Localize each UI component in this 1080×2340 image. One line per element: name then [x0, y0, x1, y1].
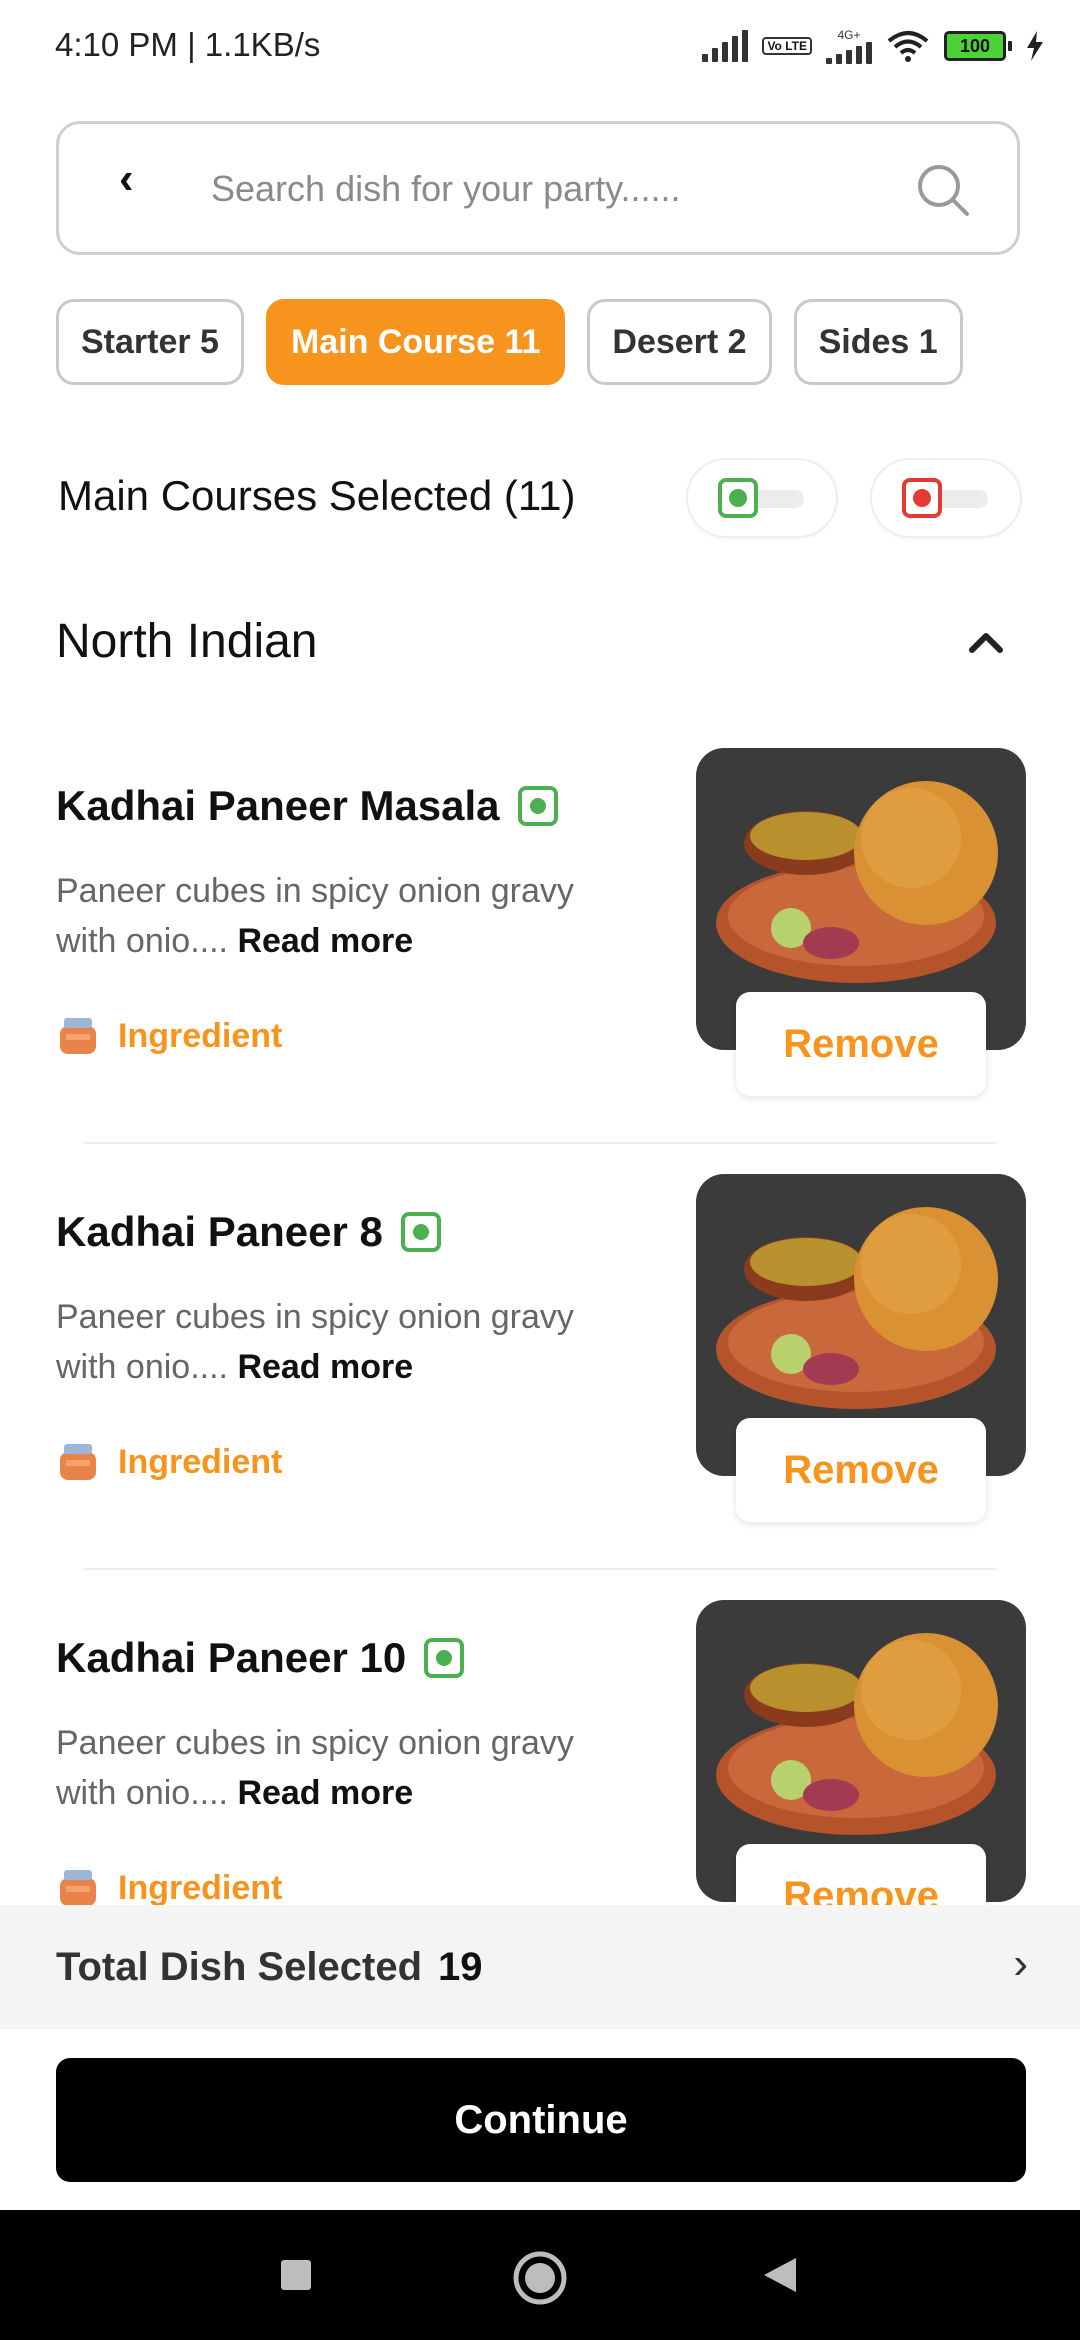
wifi-icon: [887, 31, 929, 62]
ingredient-label: Ingredient: [118, 1868, 283, 1906]
ingredient-jar-icon: [60, 1018, 96, 1054]
battery-level: 100: [944, 31, 1006, 61]
status-icons: Vo LTE 4G+ 100: [702, 28, 1044, 64]
dish-item: Kadhai Paneer 8 Paneer cubes in spicy on…: [0, 1146, 1080, 1572]
battery-icon: 100: [944, 31, 1012, 61]
ingredient-label: Ingredient: [118, 1016, 283, 1055]
section-title: North Indian: [56, 615, 318, 668]
selected-row: Main Courses Selected (11): [56, 460, 1020, 536]
total-dish-count: 19: [438, 1945, 483, 1989]
home-icon[interactable]: [512, 2250, 568, 2306]
category-tabs: Starter 5 Main Course 11 Desert 2 Sides …: [56, 299, 963, 385]
ingredient-link[interactable]: Ingredient: [56, 1442, 282, 1482]
nonveg-filter-toggle[interactable]: [872, 460, 1020, 536]
ingredient-link[interactable]: Ingredient: [56, 1868, 282, 1905]
veg-indicator-icon: [424, 1638, 465, 1678]
remove-button[interactable]: Remove: [736, 1844, 986, 1905]
system-nav-bar: [0, 2210, 1080, 2340]
search-icon[interactable]: [915, 162, 971, 218]
ingredient-label: Ingredient: [118, 1442, 283, 1481]
chevron-right-icon[interactable]: ›: [1013, 1939, 1028, 1989]
divider: [84, 1142, 996, 1144]
charging-icon: [1027, 31, 1043, 61]
dish-name-row: Kadhai Paneer Masala: [56, 782, 558, 830]
tab-main-course[interactable]: Main Course 11: [265, 299, 566, 385]
status-time: 4:10 PM | 1.1KB/s: [55, 26, 321, 63]
chevron-up-icon[interactable]: [966, 624, 1006, 660]
dish-name: Kadhai Paneer Masala: [56, 782, 500, 829]
dish-name: Kadhai Paneer 10: [56, 1634, 407, 1681]
recents-icon[interactable]: [279, 2258, 313, 2292]
signal-icon: [702, 30, 749, 62]
ingredient-link[interactable]: Ingredient: [56, 1016, 282, 1056]
veg-filter-toggle[interactable]: [688, 460, 836, 536]
tab-desert[interactable]: Desert 2: [587, 299, 772, 385]
status-bar: 4:10 PM | 1.1KB/s Vo LTE 4G+ 100: [0, 0, 1080, 96]
tab-sides[interactable]: Sides 1: [793, 299, 963, 385]
remove-button[interactable]: Remove: [736, 1418, 986, 1522]
nonveg-icon: [902, 478, 942, 518]
search-input[interactable]: [209, 156, 913, 222]
read-more-link[interactable]: Read more: [237, 1774, 413, 1812]
dish-description: Paneer cubes in spicy onion gravy with o…: [56, 1292, 616, 1392]
veg-indicator-icon: [517, 786, 558, 826]
back-nav-icon[interactable]: [762, 2256, 798, 2294]
search-bar: ‹: [56, 121, 1020, 255]
total-dish-bar[interactable]: Total Dish Selected 19 ›: [0, 1905, 1080, 2029]
dish-name: Kadhai Paneer 8: [56, 1208, 383, 1255]
dish-name-row: Kadhai Paneer 10: [56, 1634, 465, 1682]
dish-description: Paneer cubes in spicy onion gravy with o…: [56, 1718, 616, 1818]
dish-description: Paneer cubes in spicy onion gravy with o…: [56, 866, 616, 966]
read-more-link[interactable]: Read more: [237, 922, 413, 960]
dish-list: Kadhai Paneer Masala Paneer cubes in spi…: [0, 720, 1080, 1905]
veg-indicator-icon: [400, 1212, 441, 1252]
ingredient-jar-icon: [60, 1444, 96, 1480]
remove-button[interactable]: Remove: [736, 992, 986, 1096]
section-header[interactable]: North Indian: [56, 610, 1020, 680]
dish-item: Kadhai Paneer Masala Paneer cubes in spi…: [0, 720, 1080, 1146]
back-icon[interactable]: ‹: [119, 154, 134, 204]
read-more-link[interactable]: Read more: [237, 1348, 413, 1386]
dish-name-row: Kadhai Paneer 8: [56, 1208, 441, 1256]
tab-starter[interactable]: Starter 5: [56, 299, 244, 385]
selected-heading: Main Courses Selected (11): [58, 472, 576, 519]
signal-4g-icon: 4G+: [826, 28, 872, 64]
ingredient-jar-icon: [60, 1870, 96, 1905]
dish-item: Kadhai Paneer 10 Paneer cubes in spicy o…: [0, 1572, 1080, 1905]
continue-button[interactable]: Continue: [56, 2058, 1026, 2182]
total-dish-label: Total Dish Selected: [56, 1945, 423, 1989]
veg-icon: [718, 478, 758, 518]
network-type-label: 4G+: [837, 28, 861, 42]
volte-icon: Vo LTE: [762, 37, 812, 55]
divider: [84, 1568, 996, 1570]
